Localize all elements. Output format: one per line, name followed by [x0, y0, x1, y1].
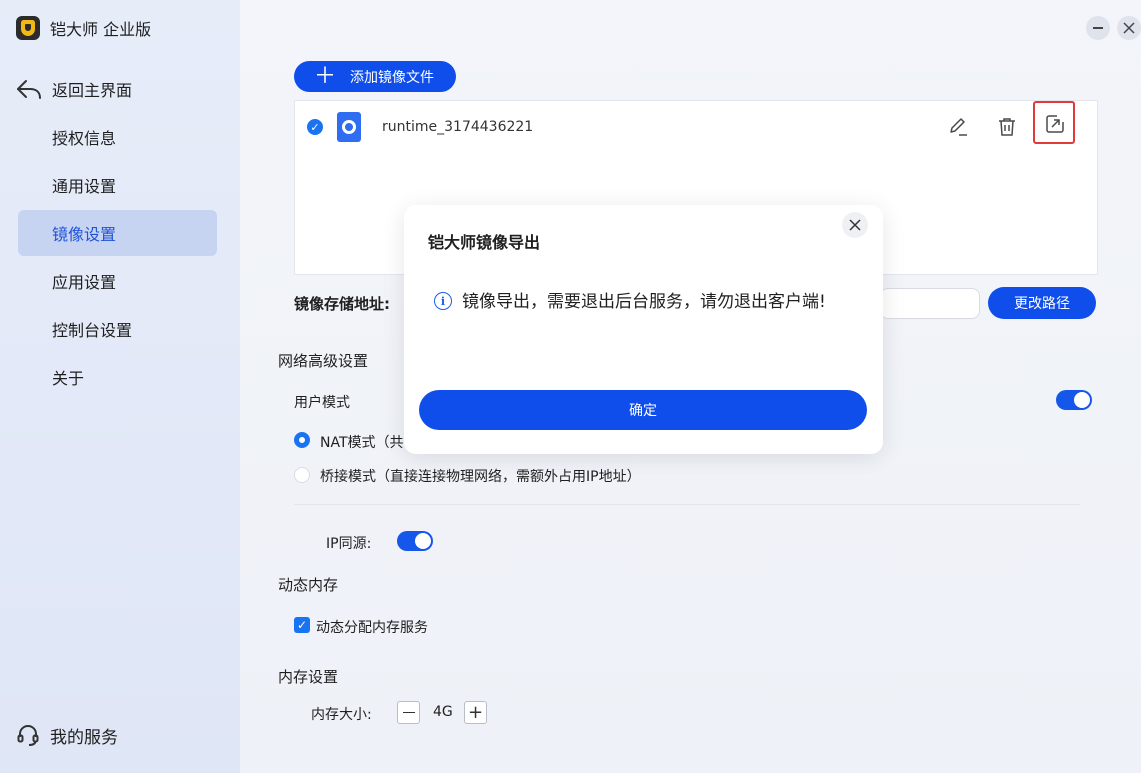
edit-button[interactable] [946, 115, 970, 139]
export-icon [1046, 115, 1064, 133]
dynamic-memory-checkbox[interactable]: ✓ [294, 617, 310, 633]
minimize-icon [1093, 27, 1103, 29]
add-image-file-button[interactable]: ＋ 添加镜像文件 [294, 61, 456, 92]
bridge-mode-label: 桥接模式（直接连接物理网络，需额外占用IP地址） [320, 469, 641, 485]
ip-same-source-toggle[interactable] [397, 531, 433, 551]
my-service-label: 我的服务 [50, 727, 118, 748]
network-advanced-title: 网络高级设置 [278, 352, 369, 370]
storage-path-row: 镜像存储地址: [294, 288, 390, 318]
storage-path-input[interactable] [880, 288, 980, 319]
minus-icon [402, 711, 415, 714]
sidebar-item-label: 通用设置 [52, 177, 117, 196]
user-mode-label: 用户模式 [294, 395, 350, 411]
sidebar-item-label: 应用设置 [52, 273, 117, 292]
edit-icon [950, 118, 967, 136]
delete-button[interactable] [995, 115, 1019, 139]
sidebar-item-app-settings[interactable]: 应用设置 [18, 258, 217, 304]
sidebar-item-console-settings[interactable]: 控制台设置 [18, 306, 217, 352]
export-dialog: 铠大师镜像导出 i 镜像导出，需要退出后台服务，请勿退出客户端! 确定 [404, 205, 883, 454]
add-image-label: 添加镜像文件 [350, 69, 435, 86]
memory-increase-button[interactable]: + [464, 701, 487, 724]
close-window-button[interactable] [1117, 16, 1141, 40]
user-mode-toggle[interactable] [1056, 390, 1092, 410]
dialog-message: 镜像导出，需要退出后台服务，请勿退出客户端! [462, 292, 826, 312]
sidebar-item-label: 授权信息 [52, 129, 117, 148]
sidebar-item-label: 镜像设置 [52, 225, 117, 244]
info-icon: i [434, 292, 452, 310]
sidebar-item-general[interactable]: 通用设置 [18, 162, 217, 208]
bridge-mode-radio[interactable] [294, 467, 310, 483]
headset-icon [17, 725, 39, 746]
app-logo [16, 16, 40, 40]
export-button-highlight[interactable] [1033, 101, 1075, 144]
sidebar-item-about[interactable]: 关于 [18, 354, 217, 400]
memory-settings-title: 内存设置 [278, 668, 339, 686]
sidebar: 铠大师 企业版 返回主界面 授权信息 通用设置 镜像设置 应用设置 控制台设置 … [0, 0, 240, 773]
dynamic-memory-title: 动态内存 [278, 576, 339, 594]
plus-icon: + [467, 701, 484, 723]
change-path-button[interactable]: 更改路径 [988, 287, 1096, 319]
back-arrow-icon [17, 80, 41, 99]
nat-mode-label: NAT模式（共 [320, 435, 404, 451]
app-title: 铠大师 企业版 [50, 20, 152, 39]
sidebar-item-label: 控制台设置 [52, 321, 133, 340]
memory-size-value: 4G [433, 704, 453, 720]
nat-mode-radio[interactable] [294, 432, 310, 448]
trash-icon [999, 118, 1015, 136]
minimize-button[interactable] [1086, 16, 1110, 40]
file-name: runtime_3174436221 [382, 119, 534, 135]
back-to-main-button[interactable]: 返回主界面 [16, 72, 132, 106]
sidebar-item-license[interactable]: 授权信息 [18, 114, 217, 160]
list-item[interactable]: ✓ runtime_3174436221 [307, 111, 533, 143]
storage-label: 镜像存储地址: [294, 294, 390, 313]
selected-check-icon[interactable]: ✓ [307, 119, 323, 135]
app-header: 铠大师 企业版 [16, 14, 151, 42]
divider [294, 504, 1080, 505]
dialog-close-button[interactable] [842, 212, 868, 238]
sidebar-item-image-settings[interactable]: 镜像设置 [18, 210, 217, 256]
image-file-icon [337, 112, 361, 142]
close-icon [849, 219, 861, 231]
memory-decrease-button[interactable] [397, 701, 420, 724]
ip-same-source-label: IP同源: [326, 536, 372, 552]
back-label: 返回主界面 [52, 81, 133, 100]
dialog-title: 铠大师镜像导出 [428, 233, 541, 252]
confirm-button[interactable]: 确定 [419, 390, 867, 430]
sidebar-item-label: 关于 [52, 369, 85, 388]
dynamic-memory-label: 动态分配内存服务 [316, 620, 428, 636]
plus-icon: ＋ [314, 63, 337, 89]
my-service-button[interactable]: 我的服务 [16, 718, 118, 752]
close-icon [1123, 22, 1135, 34]
memory-size-label: 内存大小: [311, 707, 372, 723]
